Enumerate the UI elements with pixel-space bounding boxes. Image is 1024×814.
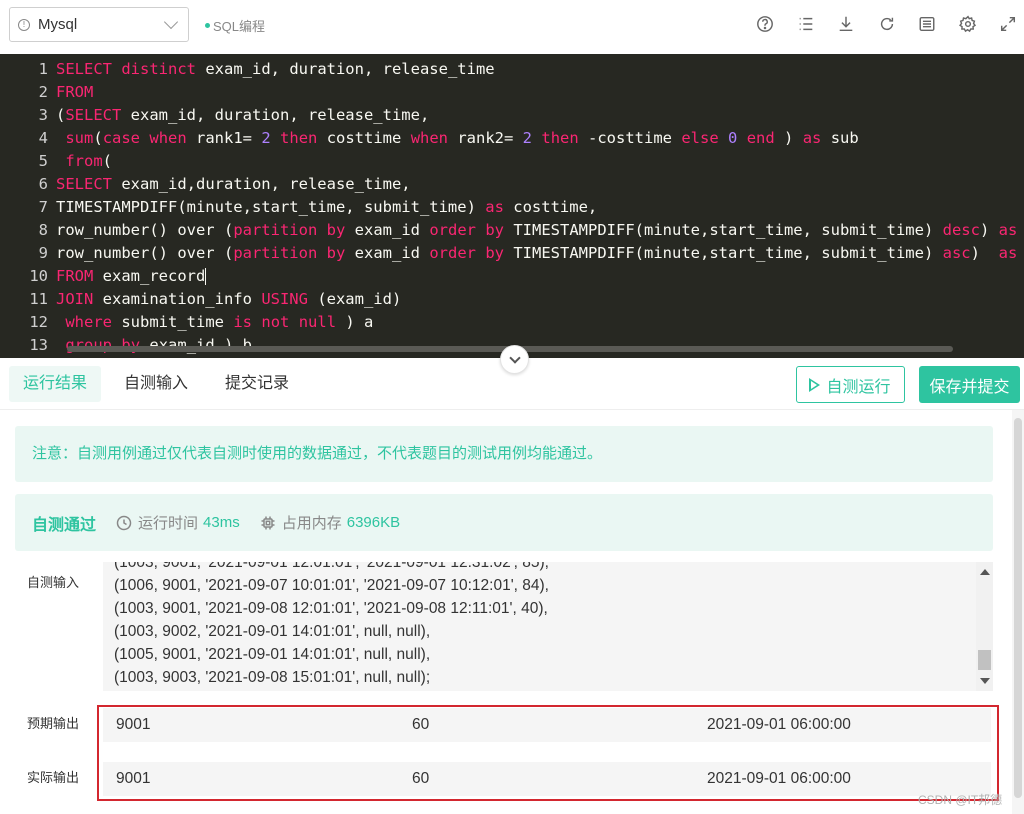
line-number: 8 (38, 221, 48, 239)
line-number: 4 (38, 129, 48, 147)
code-line[interactable]: 4 sum(case when rank1= 2 then costtime w… (0, 127, 859, 150)
code-text: row_number() over (partition by exam_id … (56, 221, 1018, 239)
watermark: CSDN @IT邦德 (918, 793, 1003, 807)
code-line[interactable]: 3 (SELECT exam_id, duration, release_time… (0, 104, 430, 127)
page-scroll-thumb[interactable] (1014, 418, 1022, 798)
code-text: (SELECT exam_id, duration, release_time, (56, 106, 430, 124)
page-vertical-scrollbar[interactable] (1012, 410, 1024, 814)
custom-input-label: 自测输入 (27, 575, 80, 590)
line-number: 11 (29, 290, 48, 308)
line-number: 1 (38, 60, 48, 78)
line-number: 12 (29, 313, 48, 331)
code-text: JOIN examination_info USING (exam_id) (56, 290, 402, 308)
line-number: 3 (38, 106, 48, 124)
code-line[interactable]: 6 SELECT exam_id,duration, release_time, (0, 173, 411, 196)
status-bar: 自测通过 运行时间 43ms 占用内存 6396KB (15, 494, 993, 551)
code-text: FROM (56, 83, 94, 101)
runtime-stat: 运行时间 43ms (116, 512, 240, 533)
mode-tag: SQL编程 (205, 16, 265, 35)
input-line: (1003, 9002, '2021-09-01 14:01:01', null… (114, 623, 431, 640)
code-text: where submit_time is not null ) a (65, 313, 374, 331)
custom-input-box[interactable]: (1003, 9001, '2021-09-01 12:01:01', '202… (103, 562, 993, 691)
expected-output-label: 预期输出 (27, 716, 80, 731)
code-line[interactable]: 10 FROM exam_record (0, 265, 207, 288)
chip-icon (261, 516, 275, 529)
code-text: row_number() over (partition by exam_id … (56, 244, 1018, 262)
code-text: TIMESTAMPDIFF(minute,start_time, submit_… (56, 198, 598, 216)
memory-stat: 占用内存 6396KB (260, 512, 400, 533)
code-text: sum(case when rank1= 2 then costtime whe… (65, 129, 859, 147)
line-number: 6 (38, 175, 48, 193)
input-line: (1003, 9001, '2021-09-01 12:01:01', '202… (114, 562, 549, 571)
line-number: 9 (38, 244, 48, 262)
play-icon (809, 377, 821, 392)
self-test-run-button[interactable]: 自测运行 (796, 366, 905, 403)
download-icon[interactable] (836, 14, 856, 34)
chevron-down-icon (163, 14, 179, 30)
code-line[interactable]: 11 JOIN examination_info USING (exam_id) (0, 288, 401, 311)
input-line: (1005, 9001, '2021-09-01 14:01:01', null… (114, 646, 431, 663)
code-text: from( (65, 152, 113, 170)
collapse-editor-button[interactable] (500, 345, 529, 374)
language-select[interactable]: ! Mysql (9, 7, 189, 42)
help-icon[interactable] (755, 14, 775, 34)
memory-label: 占用内存 (281, 515, 342, 532)
notice-banner: 注意：自测用例通过仅代表自测时使用的数据通过，不代表题目的测试用例均能通过。 (15, 426, 993, 482)
chevron-down-icon (508, 351, 521, 364)
mode-label: SQL编程 (213, 19, 266, 34)
scroll-thumb[interactable] (978, 650, 991, 670)
input-line: (1006, 9001, '2021-09-07 10:01:01', '202… (114, 577, 549, 594)
code-line[interactable]: 2 FROM (0, 81, 94, 104)
language-value: Mysql (38, 16, 78, 33)
gear-icon[interactable] (958, 14, 978, 34)
status-title: 自测通过 (32, 516, 97, 534)
line-number: 10 (29, 267, 48, 285)
tab-custom-input[interactable]: 自测输入 (124, 366, 188, 402)
code-text: FROM exam_record (56, 267, 207, 285)
run-button-label: 自测运行 (826, 378, 891, 396)
tab-submissions[interactable]: 提交记录 (225, 366, 289, 402)
input-vertical-scrollbar[interactable] (976, 562, 993, 691)
scroll-down-icon[interactable] (980, 678, 990, 684)
code-line[interactable]: 9 row_number() over (partition by exam_id… (0, 242, 1024, 265)
memory-value: 6396KB (346, 514, 401, 531)
code-line[interactable]: 12 where submit_time is not null ) a (0, 311, 373, 334)
line-number: 5 (38, 152, 48, 170)
editor-toolbar (735, 14, 1019, 34)
refresh-icon[interactable] (877, 14, 897, 34)
list-icon[interactable] (796, 14, 816, 34)
code-line[interactable]: 1 SELECT distinct exam_id, duration, rele… (0, 58, 495, 81)
code-editor[interactable]: 1 SELECT distinct exam_id, duration, rele… (0, 54, 1024, 358)
code-line[interactable]: 8 row_number() over (partition by exam_id… (0, 219, 1024, 242)
fullscreen-icon[interactable] (998, 14, 1018, 34)
line-number: 2 (38, 83, 48, 101)
code-line[interactable]: 5 from( (0, 150, 112, 173)
highlight-frame (97, 705, 999, 801)
top-bar: ! Mysql SQL编程 (0, 0, 1024, 54)
line-number: 7 (38, 198, 48, 216)
input-line: (1003, 9001, '2021-09-08 12:01:01', '202… (114, 600, 548, 617)
status-dot (205, 23, 210, 28)
runtime-value: 43ms (203, 514, 240, 531)
actual-output-label: 实际输出 (27, 770, 80, 785)
tab-results[interactable]: 运行结果 (9, 366, 102, 402)
save-submit-button[interactable]: 保存并提交 (919, 366, 1020, 403)
code-text: SELECT distinct exam_id, duration, relea… (56, 60, 495, 78)
runtime-label: 运行时间 (138, 515, 199, 532)
code-line[interactable]: 7 TIMESTAMPDIFF(minute,start_time, submit… (0, 196, 598, 219)
info-icon: ! (18, 18, 30, 31)
code-text: SELECT exam_id,duration, release_time, (56, 175, 411, 193)
clock-icon (116, 515, 132, 530)
input-line: (1003, 9003, '2021-09-08 15:01:01', null… (114, 669, 431, 686)
line-number: 13 (29, 336, 48, 354)
keyboard-icon[interactable] (917, 14, 937, 34)
scroll-up-icon[interactable] (980, 569, 990, 575)
